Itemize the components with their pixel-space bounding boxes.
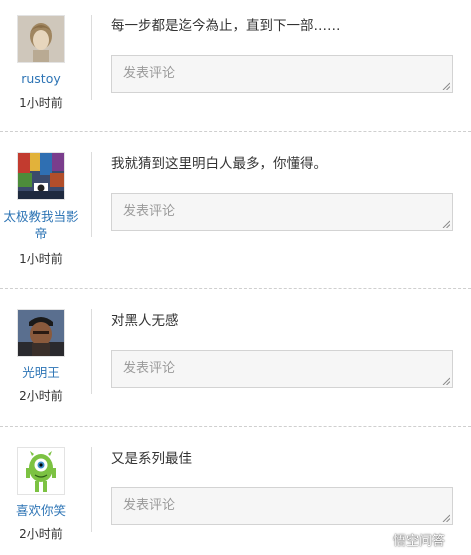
user-avatar[interactable] [17,15,65,63]
comment-text: 每一步都是迄今為止，直到下一部…… [111,18,341,34]
column-separator [91,152,92,237]
column-separator [91,447,92,532]
resize-grip-icon[interactable] [442,220,450,228]
username-link[interactable]: 喜欢你笑 [0,502,82,519]
reply-input[interactable]: 发表评论 [111,487,453,525]
column-separator [91,15,92,100]
reply-input[interactable]: 发表评论 [111,193,453,231]
comment-item: rustoy 1小时前 每一步都是迄今為止，直到下一部…… 发表评论 [0,0,471,132]
username-link[interactable]: 光明王 [0,364,82,381]
resize-grip-icon[interactable] [442,82,450,90]
comment-text: 又是系列最佳 [111,451,192,467]
reply-input[interactable]: 发表评论 [111,350,453,388]
comment-item: 太极教我当影帝 1小时前 我就猜到这里明白人最多，你懂得。 发表评论 [0,131,471,289]
username-link[interactable]: rustoy [0,70,82,87]
resize-grip-icon[interactable] [442,514,450,522]
comment-time: 1小时前 [19,252,63,266]
reply-placeholder: 发表评论 [123,204,176,219]
comment-text: 我就猜到这里明白人最多，你懂得。 [111,156,327,172]
watermark: 悟空问答 [372,528,445,550]
user-avatar[interactable] [17,447,65,495]
comment-text: 对黑人无感 [111,313,179,329]
reply-input[interactable]: 发表评论 [111,55,453,93]
user-avatar[interactable] [17,152,65,200]
comment-time: 1小时前 [19,96,63,110]
reply-placeholder: 发表评论 [123,66,176,81]
comment-time: 2小时前 [19,389,63,403]
comment-time: 2小时前 [19,527,63,541]
column-separator [91,309,92,394]
resize-grip-icon[interactable] [442,377,450,385]
user-avatar[interactable] [17,309,65,357]
wukong-logo-icon [372,530,390,548]
username-link[interactable]: 太极教我当影帝 [0,208,82,242]
reply-placeholder: 发表评论 [123,498,176,513]
reply-placeholder: 发表评论 [123,361,176,376]
watermark-text: 悟空问答 [393,533,446,549]
comment-item: 光明王 2小时前 对黑人无感 发表评论 [0,288,471,427]
